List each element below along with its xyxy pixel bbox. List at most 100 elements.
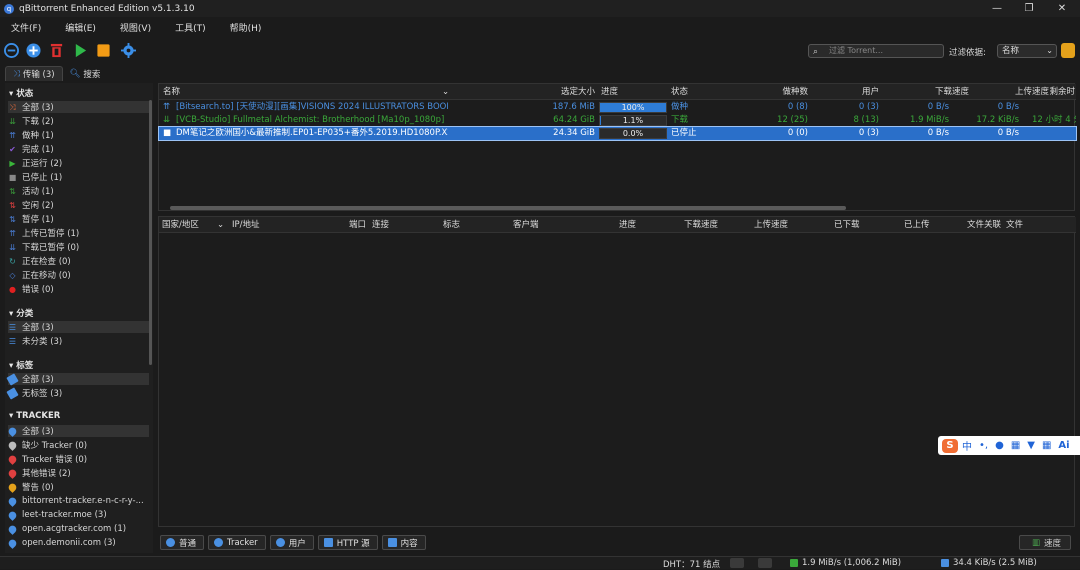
status-item[interactable]: ▶ 正运行 (2) (8, 157, 149, 170)
skin-icon[interactable]: ▼ (1027, 440, 1035, 451)
close-button[interactable]: ✕ (1045, 0, 1079, 17)
ime-punct[interactable]: •, (979, 440, 988, 451)
table-row[interactable]: ⇊ [VCB-Studio] Fullmetal Alchemist: Broth… (159, 114, 1076, 127)
tab-content[interactable]: 内容 (381, 535, 426, 550)
sidebar-scrollbar[interactable] (149, 100, 152, 365)
menu-help[interactable]: 帮助(H) (230, 21, 262, 34)
status-item[interactable]: ⇊ 下载已暂停 (0) (8, 241, 149, 254)
lock-icon[interactable] (1061, 43, 1075, 58)
tag-item-untagged[interactable]: 无标签 (3) (6, 386, 149, 400)
tracker-item[interactable]: Tracker 错误 (0) (7, 453, 149, 465)
stop-icon[interactable] (96, 43, 111, 58)
category-item-uncategorized[interactable]: ☰ 未分类 (3) (8, 335, 149, 348)
status-section-title[interactable]: ▾ 状态 (9, 87, 33, 99)
microphone-icon[interactable]: ● (995, 440, 1004, 451)
menu-tools[interactable]: 工具(T) (175, 21, 206, 34)
status-item[interactable]: ■ 已停止 (1) (8, 171, 149, 184)
status-item[interactable]: ↻ 正在检查 (0) (8, 255, 149, 268)
network-icon[interactable] (730, 558, 744, 568)
tracker-item[interactable]: leet-tracker.moe (3) (7, 509, 149, 521)
peer-column-header[interactable]: 客户端 (513, 217, 539, 233)
table-row[interactable]: ■ DM笔记之欧洲国小&最新推制.EP01-EP035+番外5.2019.HD10… (158, 126, 1077, 141)
menu-view[interactable]: 视图(V) (120, 21, 151, 34)
status-item[interactable]: ⇈ 做种 (1) (8, 129, 149, 142)
peer-column-header[interactable]: 文件关联 (967, 217, 1001, 233)
start-icon[interactable] (73, 43, 88, 58)
status-item-label: 空闲 (2) (22, 201, 54, 211)
status-item[interactable]: ✔ 完成 (1) (8, 143, 149, 156)
status-item[interactable]: ⇅ 空闲 (2) (8, 199, 149, 212)
peer-column-header[interactable]: 上传速度 (754, 217, 788, 233)
grid-icon[interactable]: ▦ (1042, 440, 1051, 451)
speed-limit-icon[interactable] (758, 558, 772, 568)
tab-peers[interactable]: 用户 (269, 535, 314, 550)
tracker-item[interactable]: open.acgtracker.com (1) (7, 523, 149, 535)
tab-general[interactable]: 普通 (160, 535, 205, 550)
category-item-all[interactable]: ☰ 全部 (3) (8, 321, 149, 333)
download-speed[interactable]: 1.9 MiB/s (1,006.2 MiB) (802, 558, 901, 568)
ai-button[interactable]: Ai (1058, 440, 1069, 451)
column-header[interactable]: 剩余时 (1039, 84, 1075, 100)
column-header[interactable]: 选定大小 (539, 84, 595, 100)
peer-column-header[interactable]: 标志 (443, 217, 460, 233)
tracker-item[interactable]: 缺少 Tracker (0) (7, 439, 149, 451)
tracker-section-title[interactable]: ▾ TRACKER (9, 411, 60, 421)
tab-search[interactable]: 🔍︎ 搜索 (63, 66, 108, 81)
horizontal-scrollbar[interactable] (170, 206, 846, 210)
torrent-status: 下载 (671, 115, 689, 125)
keyboard-icon[interactable]: ▦ (1011, 440, 1020, 451)
peer-column-header[interactable]: 国家/地区 (162, 217, 199, 233)
tracker-item[interactable]: 全部 (3) (7, 425, 149, 437)
column-header[interactable]: 下载速度 (909, 84, 969, 100)
torrent-eta (1032, 101, 1076, 114)
ime-toolbar[interactable]: S 中 •, ● ▦ ▼ ▦ Ai (938, 436, 1080, 455)
status-item[interactable]: ⇈ 上传已暂停 (1) (8, 227, 149, 240)
column-header[interactable]: 名称 (163, 84, 363, 100)
column-header[interactable]: 进度 (601, 84, 661, 100)
status-item-label: 下载已暂停 (0) (22, 243, 80, 253)
peer-column-header[interactable]: 已下载 (834, 217, 860, 233)
tracker-item[interactable]: 其他错误 (2) (7, 467, 149, 479)
peer-column-header[interactable]: 端口 (349, 217, 366, 233)
torrent-table: 名称 选定大小 进度 状态 做种数 用户 下载速度 上传速度 剩余时 ⌄ ⇈ [Bitsearch.… (158, 83, 1077, 211)
checking-icon: ↻ (9, 256, 16, 266)
table-row[interactable]: ⇈ [Bitsearch.to] [天使动漫][画集]VISIONS 2024 I… (159, 101, 1076, 114)
status-item[interactable]: ⇊ 下载 (2) (8, 115, 149, 128)
peer-column-header[interactable]: IP/地址 (232, 217, 260, 233)
status-item[interactable]: ◇ 正在移动 (0) (8, 269, 149, 282)
peer-column-header[interactable]: 进度 (619, 217, 636, 233)
speed-button[interactable]: ▥ 速度 (1019, 535, 1071, 550)
peer-column-header[interactable]: 连接 (372, 217, 389, 233)
minimize-button[interactable]: — (980, 0, 1014, 17)
progress-text: 0.0% (622, 129, 644, 138)
search-input[interactable]: ⌕ 过滤 Torrent... (808, 44, 944, 58)
tracker-item[interactable]: open.demonii.com (3) (7, 537, 149, 549)
column-header[interactable]: 用户 (839, 84, 879, 100)
status-item[interactable]: ● 错误 (0) (8, 283, 149, 296)
tab-transfers[interactable]: ⤨ 传输 (3) (5, 66, 63, 81)
menu-edit[interactable]: 编辑(E) (65, 21, 96, 34)
menu-file[interactable]: 文件(F) (11, 21, 41, 34)
maximize-button[interactable]: ❐ (1012, 0, 1046, 17)
tab-http-sources[interactable]: HTTP 源 (317, 535, 378, 550)
tag-item-all[interactable]: 全部 (3) (6, 372, 149, 386)
add-link-icon[interactable] (4, 43, 19, 58)
add-torrent-icon[interactable] (26, 43, 41, 58)
tab-tracker[interactable]: Tracker (208, 535, 266, 550)
tracker-item[interactable]: bittorrent-tracker.e-n-c-r-y-... (7, 495, 149, 507)
peer-column-header[interactable]: 下载速度 (684, 217, 718, 233)
status-item[interactable]: ⇅ 活动 (1) (8, 185, 149, 198)
tag-section-title[interactable]: ▾ 标签 (9, 359, 33, 371)
ime-lang[interactable]: 中 (962, 438, 972, 453)
column-header[interactable]: 做种数 (714, 84, 808, 100)
status-item[interactable]: ⤨ 全部 (3) (8, 101, 149, 113)
status-item[interactable]: ⇅ 暂停 (1) (8, 213, 149, 226)
delete-icon[interactable] (49, 43, 64, 58)
peer-column-header[interactable]: 已上传 (904, 217, 930, 233)
gear-icon[interactable] (121, 43, 136, 58)
tracker-item[interactable]: 警告 (0) (7, 481, 149, 493)
upload-speed[interactable]: 34.4 KiB/s (2.5 MiB) (953, 558, 1037, 568)
filter-select[interactable]: 名称 ⌄ (997, 44, 1057, 58)
peer-column-header[interactable]: 文件 (1006, 217, 1023, 233)
category-section-title[interactable]: ▾ 分类 (9, 307, 33, 319)
